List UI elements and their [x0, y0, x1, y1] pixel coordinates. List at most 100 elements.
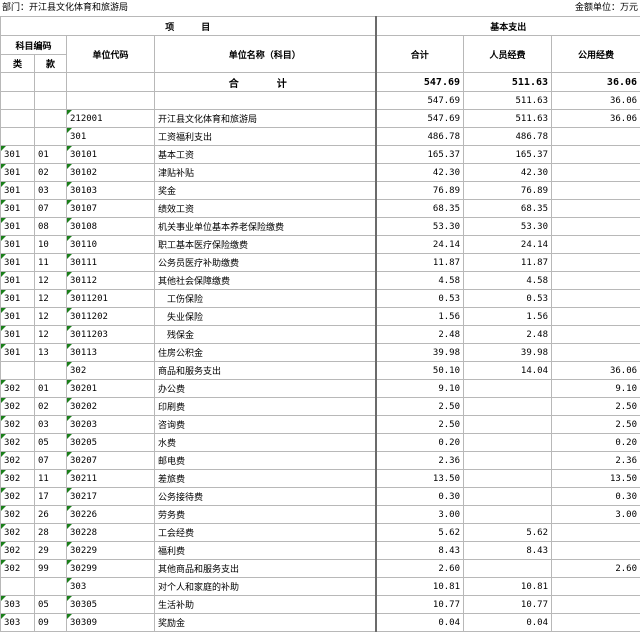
budget-report: 部门：开江县文化体育和旅游局 金额单位：万元 项 目 基本支出 科目编码 单位代… [0, 0, 640, 621]
cell-personnel: 53.30 [464, 218, 552, 236]
cell-personnel: 511.63 [464, 110, 552, 128]
cell-total: 9.10 [376, 380, 464, 398]
cell-unit-code: 30305 [67, 596, 155, 614]
cell-total: 2.50 [376, 398, 464, 416]
cell-unit-name: 开江县文化体育和旅游局 [155, 110, 376, 128]
cell-public: 2.60 [552, 560, 640, 578]
cell-unit-code: 30226 [67, 506, 155, 524]
cell-personnel: 486.78 [464, 128, 552, 146]
cell-unit-code: 3011201 [67, 290, 155, 308]
cell-kuan: 05 [35, 434, 67, 452]
cell-kuan: 99 [35, 560, 67, 578]
cell-kuan: 09 [35, 614, 67, 632]
cell-lei: 302 [1, 560, 35, 578]
cell-unit-code: 30202 [67, 398, 155, 416]
cell-personnel: 10.77 [464, 596, 552, 614]
cell-kuan: 02 [35, 164, 67, 182]
cell-kuan: 13 [35, 344, 67, 362]
header-total: 合计 [376, 36, 464, 73]
cell-personnel: 24.14 [464, 236, 552, 254]
cell-personnel: 14.04 [464, 362, 552, 380]
cell-unit-name: 工资福利支出 [155, 128, 376, 146]
table-row: 3011330113住房公积金39.9839.98 [1, 344, 640, 362]
cell-unit-code: 30101 [67, 146, 155, 164]
cell-personnel: 511.63 [464, 92, 552, 110]
cell-total: 0.30 [376, 488, 464, 506]
cell-unit-code: 30201 [67, 380, 155, 398]
cell-total: 547.69 [376, 92, 464, 110]
cell-kuan: 02 [35, 398, 67, 416]
cell-unit-name: 商品和服务支出 [155, 362, 376, 380]
cell-unit-name: 奖金 [155, 182, 376, 200]
cell-kuan: 29 [35, 542, 67, 560]
table-row: 3010330103奖金76.8976.89 [1, 182, 640, 200]
cell-total: 24.14 [376, 236, 464, 254]
cell-unit-code: 212001 [67, 110, 155, 128]
cell-unit-code: 301 [67, 128, 155, 146]
cell-unit-name: 基本工资 [155, 146, 376, 164]
cell-kuan: 11 [35, 254, 67, 272]
cell-unit-name: 公务接待费 [155, 488, 376, 506]
table-row: 3022930229福利费8.438.43 [1, 542, 640, 560]
cell-public: 36.06 [552, 92, 640, 110]
table-row: 3010730107绩效工资68.3568.35 [1, 200, 640, 218]
report-header: 部门：开江县文化体育和旅游局 金额单位：万元 [0, 0, 640, 16]
cell-total: 2.60 [376, 560, 464, 578]
cell-unit-name: 工会经费 [155, 524, 376, 542]
cell-kuan [35, 128, 67, 146]
table-row: 3021130211差旅费13.5013.50 [1, 470, 640, 488]
total-code [67, 73, 155, 92]
cell-personnel: 76.89 [464, 182, 552, 200]
cell-total: 2.36 [376, 452, 464, 470]
cell-public [552, 524, 640, 542]
cell-personnel [464, 560, 552, 578]
cell-unit-name: 津贴补贴 [155, 164, 376, 182]
cell-personnel: 42.30 [464, 164, 552, 182]
cell-total: 1.56 [376, 308, 464, 326]
cell-lei: 301 [1, 326, 35, 344]
cell-unit-name: 其他社会保障缴费 [155, 272, 376, 290]
cell-public [552, 614, 640, 632]
cell-personnel: 2.48 [464, 326, 552, 344]
cell-lei: 303 [1, 614, 35, 632]
cell-kuan: 17 [35, 488, 67, 506]
cell-personnel: 8.43 [464, 542, 552, 560]
cell-public: 0.30 [552, 488, 640, 506]
cell-total: 0.04 [376, 614, 464, 632]
cell-total: 547.69 [376, 110, 464, 128]
cell-public [552, 254, 640, 272]
cell-personnel: 1.56 [464, 308, 552, 326]
cell-public: 0.20 [552, 434, 640, 452]
cell-public [552, 200, 640, 218]
table-row: 3011030110职工基本医疗保险缴费24.1424.14 [1, 236, 640, 254]
total-sum: 547.69 [376, 73, 464, 92]
cell-unit-name: 住房公积金 [155, 344, 376, 362]
cell-public [552, 236, 640, 254]
table-row: 3030930309奖励金0.040.04 [1, 614, 640, 632]
cell-total: 2.48 [376, 326, 464, 344]
cell-lei [1, 110, 35, 128]
table-row: 3030530305生活补助10.7710.77 [1, 596, 640, 614]
table-row: 3029930299其他商品和服务支出2.602.60 [1, 560, 640, 578]
cell-unit-name: 生活补助 [155, 596, 376, 614]
cell-total: 50.10 [376, 362, 464, 380]
cell-personnel [464, 452, 552, 470]
cell-kuan: 12 [35, 308, 67, 326]
cell-personnel: 39.98 [464, 344, 552, 362]
cell-unit-code: 30107 [67, 200, 155, 218]
cell-personnel [464, 380, 552, 398]
table-row: 547.69511.6336.06 [1, 92, 640, 110]
cell-public [552, 326, 640, 344]
cell-lei: 301 [1, 308, 35, 326]
cell-personnel [464, 434, 552, 452]
cell-lei: 302 [1, 380, 35, 398]
cell-kuan: 12 [35, 272, 67, 290]
cell-unit-code: 30217 [67, 488, 155, 506]
cell-total: 3.00 [376, 506, 464, 524]
table-row: 3010230102津贴补贴42.3042.30 [1, 164, 640, 182]
table-row: 303对个人和家庭的补助10.8110.81 [1, 578, 640, 596]
table-row: 301123011201 工伤保险0.530.53 [1, 290, 640, 308]
table-row: 301123011202 失业保险1.561.56 [1, 308, 640, 326]
cell-unit-name: 绩效工资 [155, 200, 376, 218]
cell-total: 53.30 [376, 218, 464, 236]
